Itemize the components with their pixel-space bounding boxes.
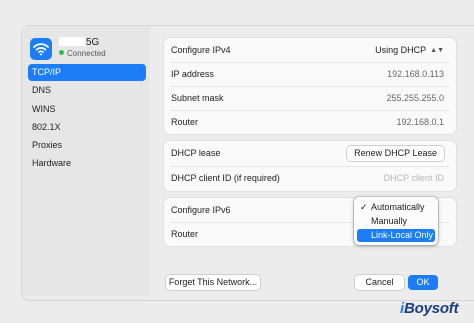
main-content: Configure IPv4 Using DHCP ▲▼ IP address 1…	[150, 26, 474, 300]
renew-dhcp-lease-button[interactable]: Renew DHCP Lease	[347, 146, 444, 161]
sidebar-item-hardware[interactable]: Hardware	[28, 155, 146, 172]
network-status-text: Connected	[67, 49, 106, 58]
router-ipv6-label: Router	[171, 229, 199, 239]
configure-ipv4-value: Using DHCP	[375, 45, 427, 55]
redacted-name-block	[59, 37, 85, 46]
router-ipv4-row: Router 192.168.0.1	[164, 110, 456, 134]
menu-item-label: Link-Local Only	[371, 230, 434, 240]
network-name: 5G	[59, 37, 99, 48]
dhcp-client-id-label: DHCP client ID (if required)	[171, 173, 280, 183]
configure-ipv4-label: Configure IPv4	[171, 45, 231, 55]
sidebar-list: TCP/IP DNS WINS 802.1X Proxies Hardware	[28, 64, 146, 174]
ok-button[interactable]: OK	[408, 275, 438, 290]
chevron-updown-icon: ▲▼	[430, 47, 444, 54]
network-header: 5G Connected	[30, 37, 148, 62]
subnet-mask-label: Subnet mask	[171, 93, 224, 103]
sidebar-item-wins[interactable]: WINS	[28, 101, 146, 118]
menu-item-automatically[interactable]: ✓ Automatically	[357, 201, 435, 214]
sidebar-item-tcpip[interactable]: TCP/IP	[28, 64, 146, 81]
router-ipv4-label: Router	[171, 117, 199, 127]
network-status: Connected	[59, 49, 106, 58]
menu-item-label: Manually	[371, 216, 408, 226]
configure-ipv4-row: Configure IPv4 Using DHCP ▲▼	[164, 38, 456, 62]
dhcp-client-id-input[interactable]: DHCP client ID	[384, 166, 444, 190]
configure-ipv4-popup[interactable]: Using DHCP ▲▼	[375, 38, 444, 63]
dhcp-lease-row: DHCP lease Renew DHCP Lease	[164, 141, 456, 165]
checkmark-icon: ✓	[360, 202, 368, 212]
configure-ipv6-label: Configure IPv6	[171, 205, 231, 215]
subnet-mask-row: Subnet mask 255.255.255.0	[164, 86, 456, 110]
menu-item-link-local-only[interactable]: Link-Local Only	[357, 229, 435, 242]
ip-address-label: IP address	[171, 69, 214, 79]
cancel-button[interactable]: Cancel	[355, 275, 404, 290]
network-name-suffix: 5G	[86, 37, 100, 48]
ip-address-row: IP address 192.168.0.113	[164, 62, 456, 86]
sidebar-item-8021x[interactable]: 802.1X	[28, 119, 146, 136]
sidebar: 5G Connected TCP/IP DNS WINS 802.1X Prox…	[22, 26, 150, 296]
subnet-mask-value: 255.255.255.0	[386, 93, 444, 103]
forget-network-button[interactable]: Forget This Network...	[166, 275, 260, 290]
logo-brand: Boysoft	[403, 300, 459, 317]
router-ipv4-value: 192.168.0.1	[396, 117, 444, 127]
sidebar-item-dns[interactable]: DNS	[28, 82, 146, 99]
dhcp-lease-label: DHCP lease	[171, 148, 221, 158]
menu-item-label: Automatically	[371, 202, 425, 212]
menu-item-manually[interactable]: Manually	[357, 215, 435, 228]
status-dot-icon	[59, 50, 64, 55]
wifi-icon	[30, 38, 52, 60]
ip-address-value: 192.168.0.113	[387, 69, 444, 79]
dhcp-client-id-row: DHCP client ID (if required) DHCP client…	[164, 166, 456, 190]
iboysoft-logo: iBoysoft	[400, 300, 459, 317]
ipv4-group: Configure IPv4 Using DHCP ▲▼ IP address 1…	[164, 38, 456, 134]
configure-ipv6-menu: ✓ Automatically Manually Link-Local Only	[354, 197, 438, 245]
sidebar-item-proxies[interactable]: Proxies	[28, 137, 146, 154]
dhcp-group: DHCP lease Renew DHCP Lease DHCP client …	[164, 141, 456, 191]
